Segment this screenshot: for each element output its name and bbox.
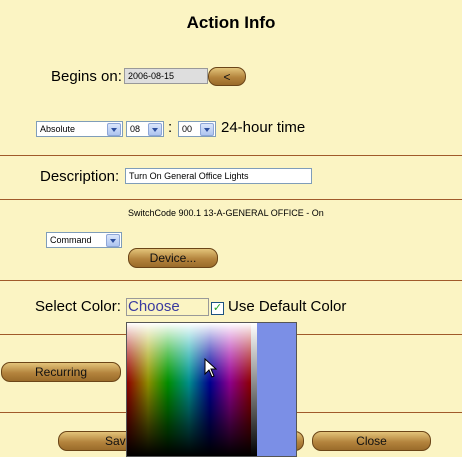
hour-value: 08 (130, 124, 141, 134)
command-summary: SwitchCode 900.1 13-A-GENERAL OFFICE - O… (128, 208, 324, 218)
begins-date-field[interactable]: 2006-08-15 (124, 68, 208, 84)
command-type-value: Command (50, 235, 92, 245)
use-default-color-checkbox[interactable]: ✓ (211, 302, 224, 315)
minute-select[interactable]: 00 (178, 121, 216, 137)
divider (0, 199, 462, 200)
selected-color-preview (257, 323, 296, 456)
color-spectrum[interactable] (127, 323, 251, 456)
time-separator: : (168, 119, 173, 136)
checkmark-icon: ✓ (212, 302, 223, 314)
mouse-cursor-icon (204, 358, 218, 378)
divider (0, 280, 462, 281)
device-button[interactable]: Device... (128, 248, 218, 268)
time-mode-select[interactable]: Absolute (36, 121, 123, 137)
page-title: Action Info (186, 13, 276, 32)
chevron-down-icon (106, 234, 120, 247)
date-picker-button[interactable]: < (208, 67, 246, 86)
chevron-down-icon (200, 123, 214, 136)
hour-select[interactable]: 08 (126, 121, 164, 137)
command-type-select[interactable]: Command (46, 232, 122, 248)
color-picker-popup (126, 322, 297, 457)
close-button[interactable]: Close (312, 431, 431, 451)
select-color-label: Select Color: (35, 298, 121, 315)
begins-on-label: Begins on: (51, 68, 122, 85)
color-chooser-input[interactable]: Choose (126, 298, 209, 316)
time-mode-value: Absolute (40, 124, 76, 134)
recurring-button[interactable]: Recurring (1, 362, 121, 382)
minute-value: 00 (182, 124, 193, 134)
divider (0, 155, 462, 156)
time-format-label: 24-hour time (221, 119, 306, 136)
description-label: Description: (40, 168, 120, 185)
description-input[interactable]: Turn On General Office Lights (125, 168, 312, 184)
chevron-down-icon (107, 123, 121, 136)
chevron-down-icon (148, 123, 162, 136)
use-default-color-label: Use Default Color (228, 298, 347, 315)
